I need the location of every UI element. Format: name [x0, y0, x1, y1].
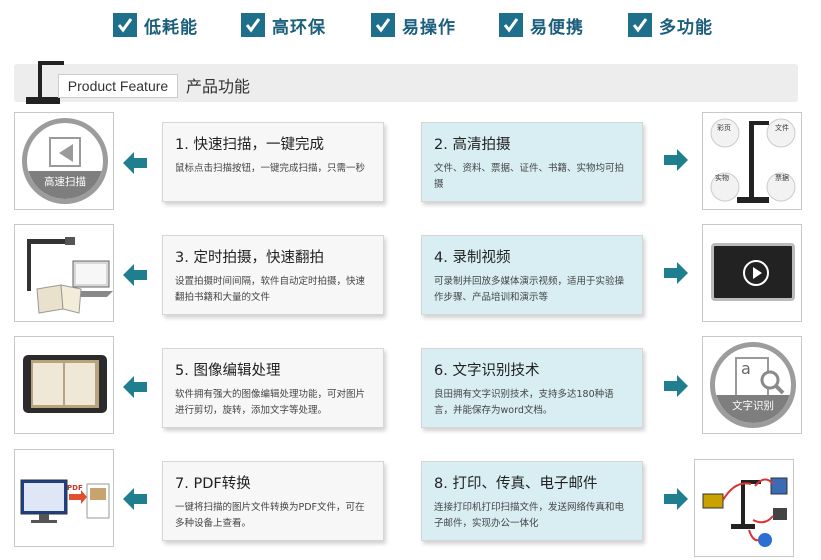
tablet-icon	[23, 355, 107, 413]
ocr-label: 文字识别	[715, 395, 791, 423]
feature-card: 5. 图像编辑处理 软件拥有强大的图像编辑处理功能，可对图片进行剪切，旋转，添加…	[162, 348, 384, 428]
card-title: 4. 录制视频	[434, 250, 511, 266]
feature-card: 2. 高清拍摄 文件、资料、票据、证件、书籍、实物均可拍摄	[421, 122, 643, 202]
check-icon	[371, 13, 395, 37]
card-desc: 可录制并回放多媒体演示视频，适用于实验操作步骤、产品培训和演示等	[434, 276, 625, 303]
feature-card: 1. 快速扫描，一键完成 鼠标点击扫描按钮，一键完成扫描，只需一秒	[162, 122, 384, 202]
feature-card: 3. 定时拍摄，快速翻拍 设置拍摄时间间隔，软件自动定时拍摄，快速翻拍书籍和大量…	[162, 235, 384, 315]
feature-label: 高环保	[272, 17, 326, 38]
feature-label: 低耗能	[144, 17, 198, 38]
feature-item: 多功能	[628, 12, 713, 38]
feature-item: 高环保	[241, 12, 326, 38]
magnifier-icon	[760, 370, 785, 395]
pdf-convert-image: PDF	[14, 449, 114, 547]
arrow-left-icon	[123, 264, 147, 286]
card-desc: 设置拍摄时间间隔，软件自动定时拍摄，快速翻拍书籍和大量的文件	[175, 276, 366, 303]
card-title: 3. 定时拍摄，快速翻拍	[175, 250, 324, 266]
feature-card: 4. 录制视频 可录制并回放多媒体演示视频，适用于实验操作步骤、产品培训和演示等	[421, 235, 643, 315]
card-desc: 一键将扫描的图片文件转换为PDF文件，可在多种设备上查看。	[175, 502, 365, 529]
card-desc: 文件、资料、票据、证件、书籍、实物均可拍摄	[434, 163, 625, 190]
feature-label: 多功能	[659, 17, 713, 38]
card-desc: 软件拥有强大的图像编辑处理功能，可对图片进行剪切，旋转，添加文字等处理。	[175, 389, 366, 416]
video-record-image	[702, 224, 802, 322]
hd-capture-image: 彩页 文件 实物 票据	[702, 112, 802, 210]
check-icon	[113, 13, 137, 37]
print-fax-email-image	[694, 459, 794, 557]
arrow-left-icon	[123, 376, 147, 398]
card-title: 7. PDF转换	[175, 476, 251, 492]
card-title: 2. 高清拍摄	[434, 137, 511, 153]
scan-icon	[49, 137, 81, 167]
object-label: 彩页	[717, 124, 731, 132]
object-label: 文件	[775, 124, 789, 132]
arrow-right-icon	[664, 149, 688, 171]
card-title: 1. 快速扫描，一键完成	[175, 137, 324, 153]
arrow-left-icon	[123, 152, 147, 174]
header-title: 产品功能	[186, 77, 251, 96]
card-title: 8. 打印、传真、电子邮件	[434, 476, 598, 492]
arrow-right-icon	[664, 375, 688, 397]
feature-label: 易便携	[530, 17, 584, 38]
play-icon	[743, 260, 769, 286]
feature-item: 易便携	[499, 12, 584, 38]
timed-capture-image	[14, 224, 114, 322]
check-icon	[628, 13, 652, 37]
card-desc: 良田拥有文字识别技术，支持多达180种语言，并能保存为word文档。	[434, 389, 614, 416]
arrow-left-icon	[123, 488, 147, 510]
arrow-right-icon	[664, 262, 688, 284]
feature-card: 8. 打印、传真、电子邮件 连接打印机打印扫描文件，发送网络传真和电子邮件，实现…	[421, 461, 643, 541]
feature-item: 易操作	[371, 12, 456, 38]
feature-item: 低耗能	[113, 12, 198, 38]
object-label: 实物	[715, 174, 729, 182]
feature-card: 6. 文字识别技术 良田拥有文字识别技术，支持多达180种语言，并能保存为wor…	[421, 348, 643, 428]
scan-label: 高速扫描	[27, 171, 103, 199]
monitor-icon	[711, 243, 795, 301]
check-icon	[241, 13, 265, 37]
card-title: 5. 图像编辑处理	[175, 363, 281, 379]
feature-bar: 低耗能 高环保 易操作 易便携 多功能	[0, 0, 821, 50]
header-tag: Product Feature	[58, 74, 178, 98]
ocr-image: a 文字识别	[702, 336, 802, 434]
object-label: 票据	[775, 174, 789, 182]
feature-label: 易操作	[402, 17, 456, 38]
card-desc: 连接打印机打印扫描文件，发送网络传真和电子邮件，实现办公一体化	[434, 502, 625, 529]
arrow-right-icon	[664, 488, 688, 510]
card-title: 6. 文字识别技术	[434, 363, 540, 379]
image-edit-image	[14, 336, 114, 434]
pdf-label: PDF	[67, 484, 83, 492]
check-icon	[499, 13, 523, 37]
card-desc: 鼠标点击扫描按钮，一键完成扫描，只需一秒	[175, 163, 366, 174]
fast-scan-image: 高速扫描	[14, 112, 114, 210]
feature-card: 7. PDF转换 一键将扫描的图片文件转换为PDF文件，可在多种设备上查看。	[162, 461, 384, 541]
